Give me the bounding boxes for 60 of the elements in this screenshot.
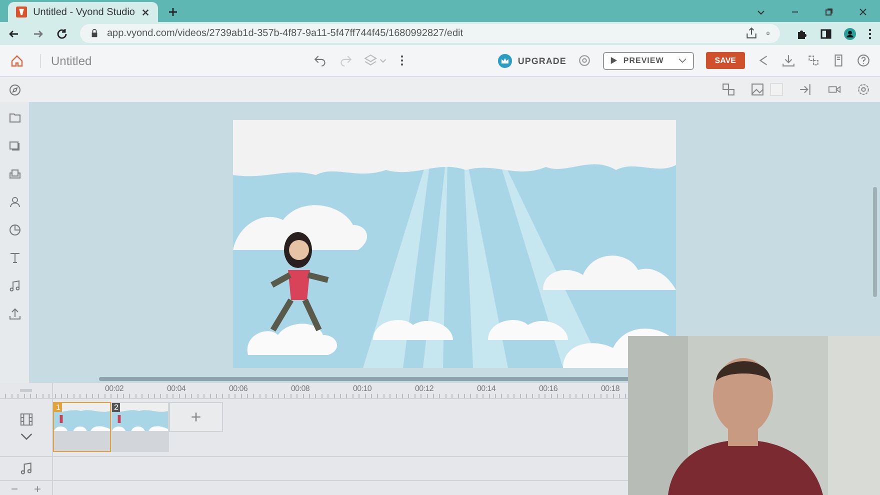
undo-icon[interactable]: [314, 54, 327, 67]
time-tick-label: 00:08: [291, 384, 310, 393]
arrange-icon[interactable]: [722, 83, 735, 96]
close-icon[interactable]: [858, 7, 868, 17]
enter-icon[interactable]: [799, 83, 812, 96]
crown-icon[interactable]: [498, 54, 512, 68]
project-title[interactable]: Untitled: [40, 54, 92, 68]
browser-tab[interactable]: Untitled - Vyond Studio: [8, 2, 158, 22]
settings-icon[interactable]: [857, 83, 870, 96]
document-icon[interactable]: [832, 54, 845, 67]
time-tick-label: 00:10: [353, 384, 372, 393]
save-button[interactable]: SAVE: [706, 52, 745, 69]
lock-icon: [90, 29, 99, 38]
scene-number: 2: [112, 403, 120, 412]
backgrounds-icon[interactable]: [8, 140, 20, 152]
time-tick-label: 00:14: [477, 384, 496, 393]
film-icon[interactable]: [20, 412, 32, 426]
scene-thumbnail[interactable]: 1: [53, 402, 111, 452]
chevron-down-icon[interactable]: [678, 57, 687, 64]
upgrade-link[interactable]: UPGRADE: [518, 56, 566, 66]
app-logo-icon: [16, 6, 28, 18]
profile-icon[interactable]: [844, 28, 856, 40]
help-icon[interactable]: [857, 54, 870, 67]
new-tab-icon[interactable]: [168, 7, 178, 17]
music-icon[interactable]: [20, 462, 32, 475]
time-tick-label: 00:18: [601, 384, 620, 393]
preview-button[interactable]: PREVIEW: [603, 52, 694, 70]
back-icon[interactable]: [8, 28, 20, 40]
home-icon[interactable]: [10, 54, 24, 68]
upload-icon[interactable]: [8, 308, 20, 320]
compass-icon[interactable]: [9, 84, 21, 96]
video-camera-icon[interactable]: [828, 83, 841, 96]
sidebar-icon[interactable]: [820, 28, 832, 40]
time-tick-label: 00:02: [105, 384, 124, 393]
time-tick-label: 00:12: [415, 384, 434, 393]
scene-number: 1: [54, 403, 62, 412]
forward-icon[interactable]: [32, 28, 44, 40]
play-icon: [610, 57, 618, 64]
zoom-out-button[interactable]: −: [10, 483, 18, 495]
folder-icon[interactable]: [8, 112, 20, 124]
download-icon[interactable]: [782, 54, 795, 67]
music-icon[interactable]: [8, 280, 20, 292]
settings-icon[interactable]: [578, 54, 592, 67]
close-icon[interactable]: [141, 8, 150, 16]
reload-icon[interactable]: [56, 28, 68, 40]
text-icon[interactable]: [8, 252, 20, 264]
time-tick-label: 00:06: [229, 384, 248, 393]
pie-chart-icon[interactable]: [8, 224, 20, 236]
zoom-in-button[interactable]: +: [34, 483, 42, 495]
image-icon[interactable]: [751, 83, 764, 96]
time-tick-label: 00:04: [167, 384, 186, 393]
scene-thumbnail[interactable]: 2: [111, 402, 169, 452]
restore-icon[interactable]: [824, 7, 834, 17]
more-icon[interactable]: [868, 28, 872, 40]
puzzle-icon[interactable]: [796, 28, 808, 40]
more-icon[interactable]: [400, 54, 404, 67]
person-icon[interactable]: [8, 196, 20, 208]
add-scene-button[interactable]: +: [169, 402, 223, 432]
address-bar[interactable]: app.vyond.com/videos/2739ab1d-357b-4f87-9a11-5f47ff744f45/1680992827/edit: [80, 24, 780, 43]
time-tick-label: 00:16: [539, 384, 558, 393]
